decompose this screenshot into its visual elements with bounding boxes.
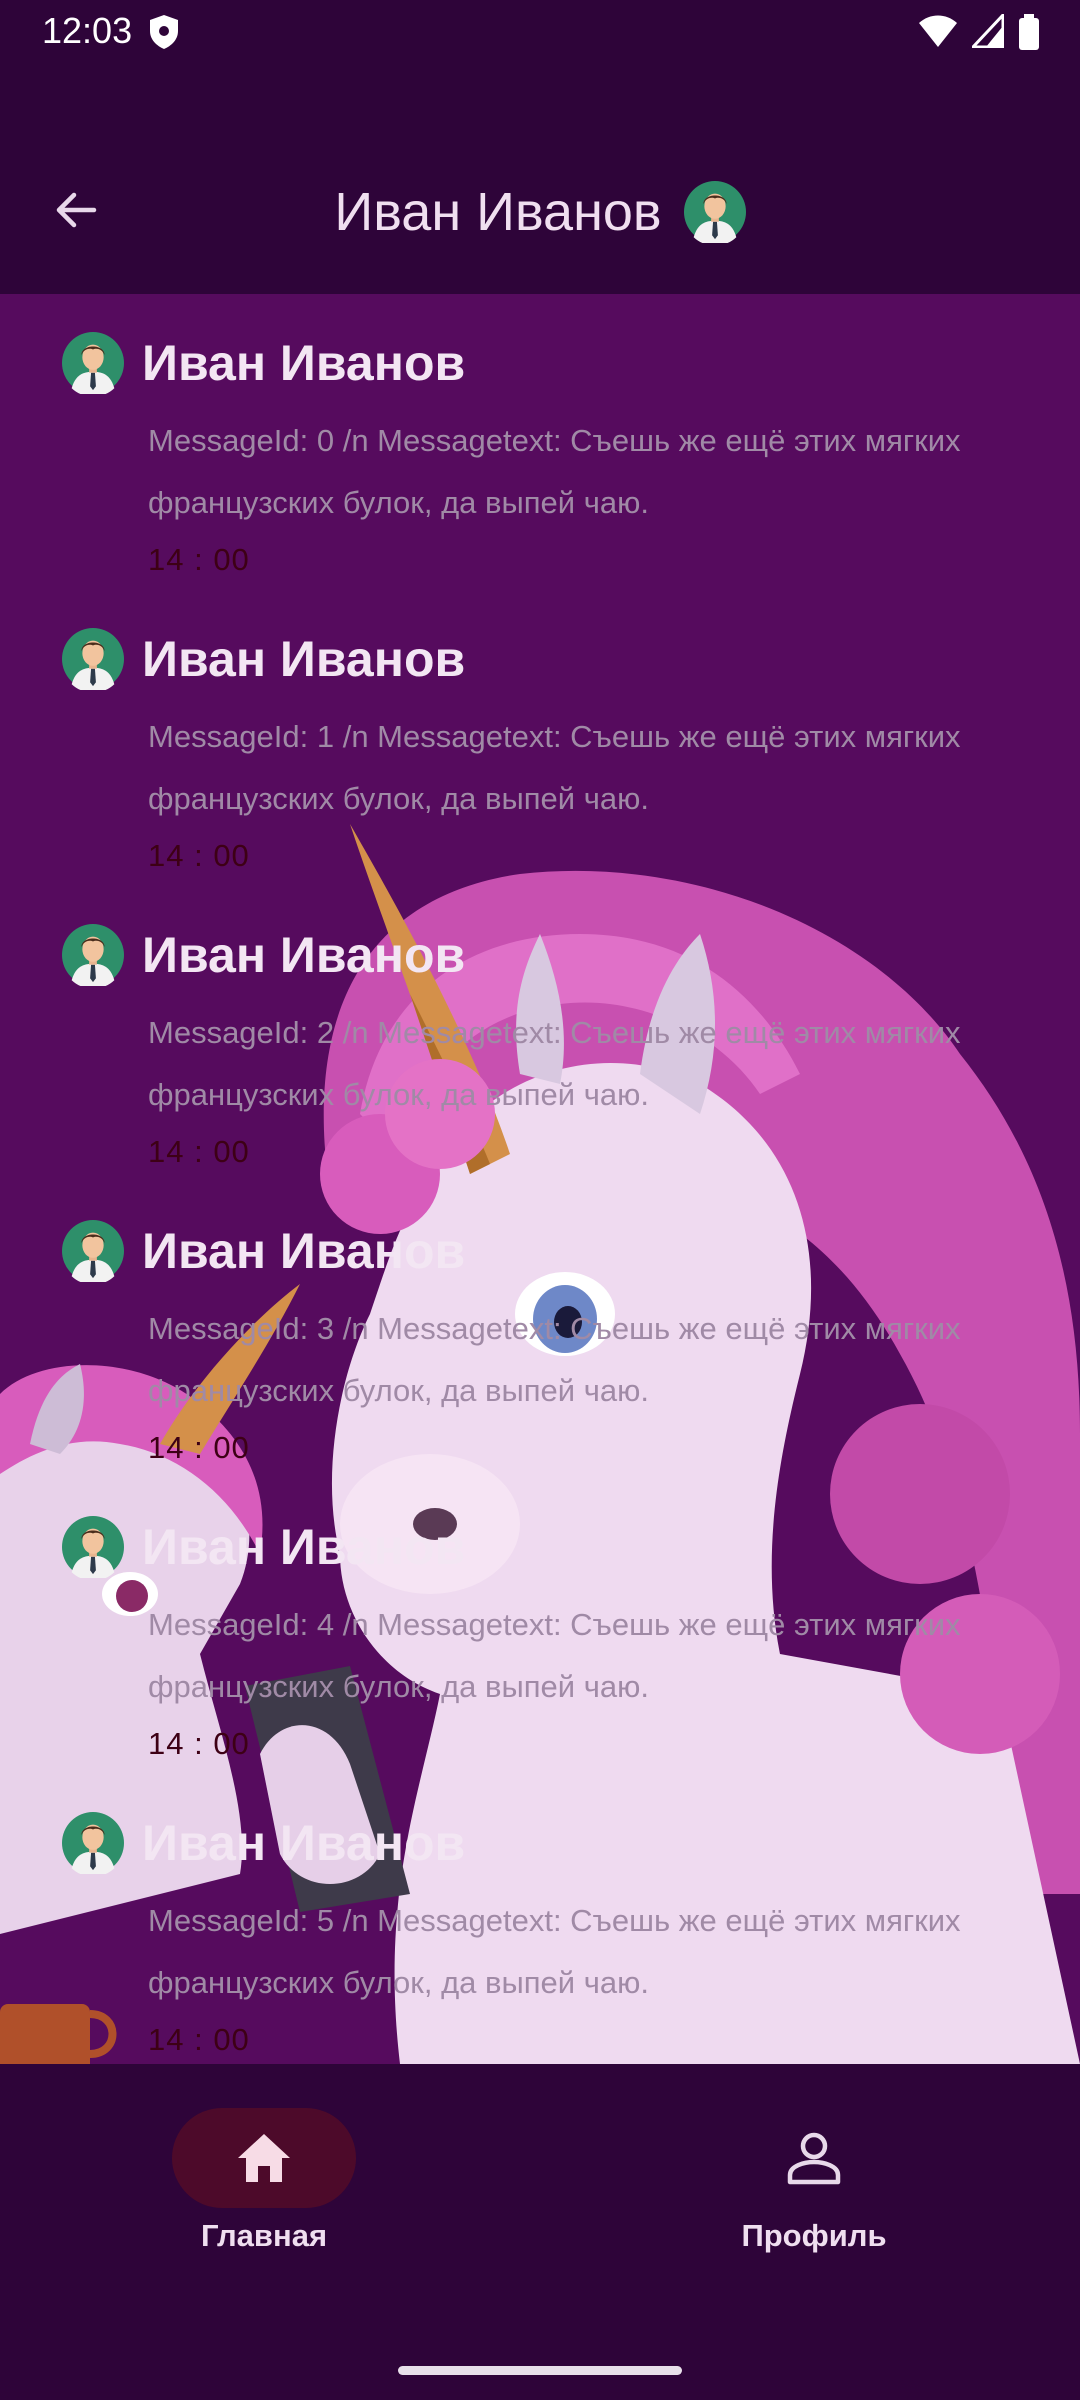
message-text: MessageId: 5 /n Messagetext: Съешь же ещ… <box>148 1903 961 2000</box>
message-item[interactable]: Иван Иванов MessageId: 4 /n Messagetext:… <box>62 1514 1022 1762</box>
message-item[interactable]: Иван Иванов MessageId: 2 /n Messagetext:… <box>62 922 1022 1170</box>
message-sender: Иван Иванов <box>142 1223 466 1279</box>
message-time: 14 : 00 <box>148 542 250 577</box>
message-text: MessageId: 0 /n Messagetext: Съешь же ещ… <box>148 423 961 520</box>
message-item[interactable]: Иван Иванов MessageId: 5 /n Messagetext:… <box>62 1810 1022 2058</box>
message-list[interactable]: Иван Иванов MessageId: 0 /n Messagetext:… <box>0 294 1080 2064</box>
title-wrap: Иван Иванов <box>0 172 1080 252</box>
message-sender: Иван Иванов <box>142 1519 466 1575</box>
message-header: Иван Иванов <box>62 922 1022 988</box>
message-sender: Иван Иванов <box>142 631 466 687</box>
message-sender: Иван Иванов <box>142 927 466 983</box>
user-avatar-icon <box>62 1812 124 1874</box>
message-text: MessageId: 1 /n Messagetext: Съешь же ещ… <box>148 719 961 816</box>
top-app-bar: Иван Иванов <box>0 64 1080 294</box>
user-avatar-icon <box>62 332 124 394</box>
nav-label-profile: Профиль <box>741 2218 887 2253</box>
status-time: 12:03 <box>42 10 133 51</box>
person-icon <box>787 2132 841 2185</box>
message-text: MessageId: 4 /n Messagetext: Съешь же ещ… <box>148 1607 961 1704</box>
message-header: Иван Иванов <box>62 1218 1022 1284</box>
message-item[interactable]: Иван Иванов MessageId: 0 /n Messagetext:… <box>62 330 1022 578</box>
user-avatar-icon <box>62 924 124 986</box>
nav-item-home[interactable]: Главная <box>114 2084 414 2253</box>
message-text: MessageId: 3 /n Messagetext: Съешь же ещ… <box>148 1311 961 1408</box>
message-time: 14 : 00 <box>148 1726 250 1761</box>
message-time: 14 : 00 <box>148 838 250 873</box>
message-header: Иван Иванов <box>62 1514 1022 1580</box>
gesture-handle[interactable] <box>398 2366 682 2375</box>
nav-label-home: Главная <box>200 2218 328 2253</box>
message-time: 14 : 00 <box>148 2022 250 2057</box>
message-time: 14 : 00 <box>148 1134 250 1169</box>
message-header: Иван Иванов <box>62 1810 1022 1876</box>
message-item[interactable]: Иван Иванов MessageId: 1 /n Messagetext:… <box>62 626 1022 874</box>
message-item[interactable]: Иван Иванов MessageId: 3 /n Messagetext:… <box>62 1218 1022 1466</box>
signal-icon <box>969 11 1005 55</box>
shield-icon <box>148 14 180 55</box>
message-sender: Иван Иванов <box>142 1815 466 1871</box>
bottom-navigation: Главная Профиль <box>0 2064 1080 2400</box>
user-avatar-icon <box>62 1220 124 1282</box>
wifi-icon <box>918 14 958 55</box>
message-sender: Иван Иванов <box>142 335 466 391</box>
message-header: Иван Иванов <box>62 626 1022 692</box>
nav-item-profile[interactable]: Профиль <box>664 2084 964 2253</box>
message-header: Иван Иванов <box>62 330 1022 396</box>
message-text: MessageId: 2 /n Messagetext: Съешь же ещ… <box>148 1015 961 1112</box>
user-avatar-icon <box>683 181 746 243</box>
user-avatar-icon <box>62 1516 124 1578</box>
status-bar: 12:03 <box>0 0 1080 64</box>
home-icon <box>238 2134 290 2182</box>
battery-icon <box>1018 14 1040 55</box>
user-avatar-icon <box>62 628 124 690</box>
status-icons <box>918 11 1040 55</box>
message-time: 14 : 00 <box>148 1430 250 1465</box>
page-title: Иван Иванов <box>334 182 662 242</box>
